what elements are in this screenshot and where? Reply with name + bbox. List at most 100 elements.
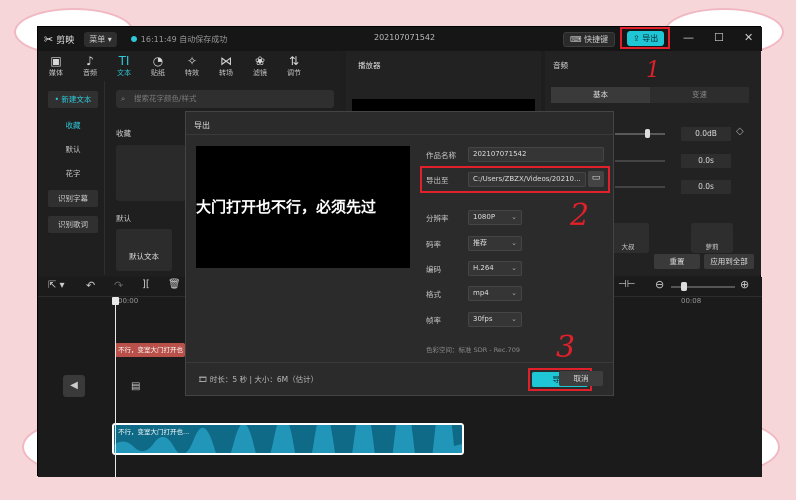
side-default[interactable]: 默认 — [48, 141, 98, 158]
media-tabs: ▣ 媒体 ♪ 音频 TI 文本 ◔ 贴纸 ✧ 特效 ⋈ 转场 ❀ 滤镜 ⇅ 调节 — [38, 51, 341, 81]
tab-text[interactable]: TI 文本 — [110, 54, 138, 78]
effects-icon: ✧ — [186, 54, 198, 68]
minimize-icon[interactable]: — — [683, 31, 694, 44]
export-dialog: 导出 大门打开也不行，必须先过 🎞 时长：5 秒 | 大小：6M（估计） 作品名… — [185, 111, 614, 396]
dialog-title-divider — [186, 134, 613, 135]
maximize-icon[interactable]: ☐ — [714, 31, 724, 44]
zoom-slider-handle[interactable] — [681, 282, 687, 291]
tab-effects[interactable]: ✧ 特效 — [178, 54, 206, 78]
keyframe-icon[interactable]: ◇ — [736, 126, 744, 137]
chevron-down-icon: ⌄ — [511, 315, 517, 323]
encoding-select[interactable]: H.264 ⌄ — [468, 261, 522, 276]
text-icon: TI — [118, 54, 130, 68]
section-collect-title: 收藏 — [116, 129, 131, 138]
side-fancy-text[interactable]: 花字 — [48, 165, 98, 182]
select-tool-icon[interactable]: ⇱ ▾ — [48, 280, 65, 291]
name-label: 作品名称 — [426, 151, 456, 160]
side-lyrics-recognize[interactable]: 识别歌词 — [48, 216, 98, 233]
autosave-dot-icon — [130, 36, 137, 42]
collect-tile — [116, 145, 186, 201]
tab-adjust[interactable]: ⇅ 调节 — [280, 54, 308, 78]
audio-tab-basic[interactable]: 基本 — [551, 87, 650, 103]
format-select[interactable]: mp4 ⌄ — [468, 286, 522, 301]
app-logo: ✂ 剪映 — [44, 33, 74, 46]
close-icon[interactable]: ✕ — [744, 31, 753, 44]
text-clip[interactable]: 不行，变室大门打开也 — [115, 343, 185, 357]
highlight-export-top — [620, 27, 670, 49]
jianying-logo-icon: ✂ — [44, 32, 54, 46]
fade-out-value[interactable]: 0.0s — [681, 180, 731, 194]
time-end: 00:08 — [681, 297, 702, 305]
dialog-footer-divider — [186, 362, 613, 363]
reset-button[interactable]: 重置 — [654, 254, 700, 269]
annotation-step-2: 2 — [570, 198, 590, 233]
volume-slider[interactable] — [615, 133, 665, 135]
split-icon[interactable]: ][ — [142, 279, 150, 290]
link-icon[interactable]: ⊣⊢ — [618, 279, 635, 290]
track-mute-button[interactable]: ◀ — [63, 375, 85, 397]
voice-preset-loli[interactable]: 萝莉 — [691, 223, 733, 253]
delete-icon[interactable]: 🗑 — [168, 279, 181, 290]
encoding-label: 编码 — [426, 265, 441, 274]
audio-title: 音频 — [553, 61, 568, 70]
side-new-text[interactable]: • 新建文本 — [48, 91, 98, 108]
tab-audio[interactable]: ♪ 音频 — [76, 54, 104, 78]
resolution-label: 分辨率 — [426, 214, 449, 223]
zoom-out-icon[interactable]: ⊖ — [655, 278, 664, 291]
player-title: 播放器 — [358, 61, 381, 70]
annotation-step-1: 1 — [646, 58, 660, 83]
chevron-down-icon: ⌄ — [511, 264, 517, 272]
side-subtitle-recognize[interactable]: 识别字幕 — [48, 190, 98, 207]
app-window: ✂ 剪映 菜单 ▾ 16:11:49 自动保存成功 202107071542 ⌨… — [37, 26, 762, 477]
zoom-in-icon[interactable]: ⊕ — [740, 278, 749, 291]
chevron-down-icon: ⌄ — [511, 239, 517, 247]
audio-waveform — [114, 425, 462, 453]
search-input[interactable]: ⌕ 搜索花字颜色/样式 — [116, 90, 334, 108]
bitrate-label: 码率 — [426, 240, 441, 249]
film-icon: 🎞 — [198, 375, 208, 384]
fade-in-value[interactable]: 0.0s — [681, 154, 731, 168]
fade-in-slider[interactable] — [615, 160, 665, 162]
sticker-icon: ◔ — [152, 54, 164, 68]
shortcut-button[interactable]: ⌨ 快捷键 — [563, 32, 616, 47]
playhead-handle[interactable] — [112, 297, 119, 305]
playhead[interactable] — [115, 297, 116, 477]
autosave-status: 16:11:49 自动保存成功 — [130, 34, 227, 45]
app-name: 剪映 — [56, 35, 75, 46]
audio-tab-speed[interactable]: 变速 — [650, 87, 749, 103]
dialog-title: 导出 — [194, 121, 210, 130]
tab-sticker[interactable]: ◔ 贴纸 — [144, 54, 172, 78]
highlight-export-path — [420, 166, 610, 193]
time-start: 00:00 — [118, 297, 139, 305]
default-text-tile[interactable]: 默认文本 — [116, 229, 172, 271]
redo-icon[interactable]: ↷ — [114, 279, 123, 292]
resolution-select[interactable]: 1080P ⌄ — [468, 210, 522, 225]
volume-value[interactable]: 0.0dB — [681, 127, 731, 141]
colorspace-info: 色彩空间：标准 SDR - Rec.709 — [426, 346, 520, 354]
transition-icon: ⋈ — [220, 54, 232, 68]
fade-out-slider[interactable] — [615, 186, 665, 188]
cancel-button[interactable]: 取消 — [559, 371, 603, 386]
name-input[interactable]: 202107071542 — [468, 147, 604, 162]
side-collect[interactable]: 收藏 — [48, 117, 98, 134]
audio-icon: ♪ — [86, 54, 94, 68]
video-track-icon: ▤ — [131, 381, 141, 392]
fps-select[interactable]: 30fps ⌄ — [468, 312, 522, 327]
side-divider — [104, 81, 105, 275]
volume-slider-handle[interactable] — [645, 129, 650, 138]
apply-all-button[interactable]: 应用到全部 — [704, 254, 754, 269]
format-label: 格式 — [426, 290, 441, 299]
annotation-step-3: 3 — [556, 330, 576, 365]
undo-icon[interactable]: ↶ — [86, 279, 95, 292]
project-title: 202107071542 — [374, 33, 436, 42]
filter-icon: ❀ — [254, 54, 266, 68]
search-icon: ⌕ — [121, 94, 126, 103]
menu-button[interactable]: 菜单 ▾ — [84, 31, 117, 47]
tab-filter[interactable]: ❀ 滤镜 — [246, 54, 274, 78]
tab-transition[interactable]: ⋈ 转场 — [212, 54, 240, 78]
tab-media[interactable]: ▣ 媒体 — [42, 54, 70, 78]
bitrate-select[interactable]: 推荐 ⌄ — [468, 236, 522, 251]
export-preview: 大门打开也不行，必须先过 — [196, 146, 410, 268]
audio-clip[interactable]: 不行，变室大门打开也... — [112, 423, 464, 455]
dialog-info: 🎞 时长：5 秒 | 大小：6M（估计） — [198, 375, 319, 384]
